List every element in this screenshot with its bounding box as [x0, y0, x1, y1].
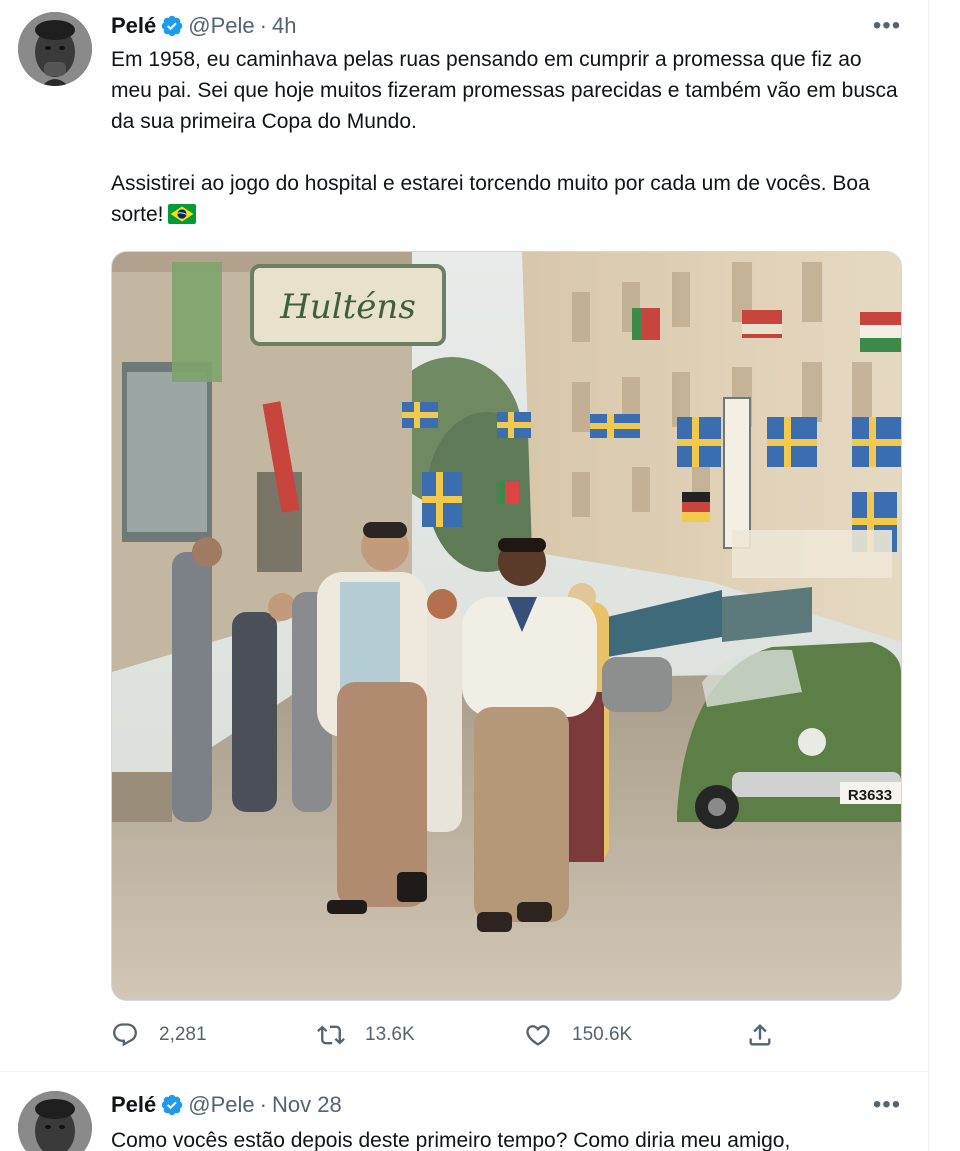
- reply-count: 2,281: [159, 1024, 207, 1045]
- heart-icon: [526, 1025, 550, 1046]
- street-photo-image: Hulténs R3633: [112, 252, 901, 1000]
- shop-sign-text: Hulténs: [279, 287, 416, 327]
- tweet-header: Pelé @Pele · 4h: [111, 12, 296, 40]
- tweet-paragraph: Assistirei ao jogo do hospital e estarei…: [111, 168, 906, 230]
- author-display-name[interactable]: Pelé: [111, 13, 156, 39]
- tweet-photo[interactable]: Hulténs R3633: [111, 251, 902, 1001]
- author-avatar[interactable]: [18, 1091, 92, 1151]
- separator-dot: ·: [259, 1092, 267, 1117]
- car-plate-text: R3633: [848, 787, 892, 804]
- tweet[interactable]: Pelé @Pele · Nov 28 ••• Como vocês estão…: [0, 1072, 928, 1151]
- avatar-photo-icon: [18, 1091, 92, 1151]
- more-options-icon[interactable]: •••: [872, 1091, 902, 1119]
- retweet-icon: [317, 1025, 345, 1045]
- tweet-paragraph-text: Assistirei ao jogo do hospital e estarei…: [111, 172, 870, 226]
- separator-dot: ·: [259, 13, 267, 38]
- author-avatar[interactable]: [18, 12, 92, 86]
- tweet-text: Como vocês estão depois deste primeiro t…: [111, 1125, 906, 1151]
- like-button[interactable]: 150.6K: [524, 1018, 632, 1052]
- more-options-icon[interactable]: •••: [872, 12, 902, 40]
- tweet-actions: 2,281 13.6K 150.6K: [111, 1018, 771, 1052]
- avatar-photo-icon: [18, 12, 92, 86]
- tweet[interactable]: Pelé @Pele · 4h ••• Em 1958, eu caminhav…: [0, 0, 928, 1072]
- retweet-button[interactable]: 13.6K: [317, 1018, 415, 1052]
- share-button[interactable]: [746, 1018, 774, 1052]
- brazil-flag-icon: [167, 204, 196, 224]
- tweet-timestamp[interactable]: Nov 28: [272, 1092, 342, 1118]
- timeline: Pelé @Pele · 4h ••• Em 1958, eu caminhav…: [0, 0, 929, 1151]
- like-count: 150.6K: [572, 1024, 633, 1045]
- author-display-name[interactable]: Pelé: [111, 1092, 156, 1118]
- retweet-count: 13.6K: [365, 1024, 415, 1045]
- tweet-text: Em 1958, eu caminhava pelas ruas pensand…: [111, 44, 906, 230]
- share-icon: [749, 1024, 771, 1046]
- tweet-timestamp[interactable]: 4h: [272, 13, 296, 39]
- reply-icon: [113, 1023, 137, 1047]
- tweet-header: Pelé @Pele · Nov 28: [111, 1091, 342, 1119]
- verified-badge-icon: [162, 15, 183, 37]
- tweet-paragraph: Em 1958, eu caminhava pelas ruas pensand…: [111, 48, 898, 133]
- author-handle[interactable]: @Pele: [188, 1092, 254, 1118]
- author-handle[interactable]: @Pele: [188, 13, 254, 39]
- verified-badge-icon: [162, 1094, 183, 1116]
- tweet-paragraph: Como vocês estão depois deste primeiro t…: [111, 1129, 791, 1151]
- reply-button[interactable]: 2,281: [111, 1018, 207, 1052]
